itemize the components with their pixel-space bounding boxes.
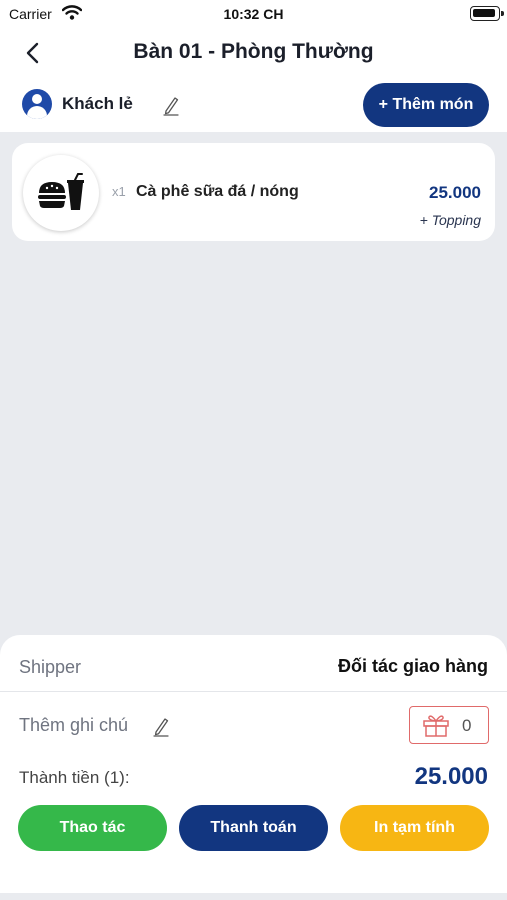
edit-customer-icon[interactable]	[161, 94, 181, 116]
item-thumbnail	[23, 155, 99, 231]
battery-icon	[470, 6, 504, 21]
carrier-label: Carrier	[9, 6, 52, 22]
order-summary-panel: Shipper Đối tác giao hàng Thêm ghi chú 0…	[0, 635, 507, 893]
shipper-label: Shipper	[19, 657, 82, 677]
action-bar: Thao tác Thanh toán In tạm tính	[0, 805, 507, 851]
order-item[interactable]: x1 Cà phê sữa đá / nóng 25.000 + Topping	[12, 143, 495, 241]
back-button[interactable]	[18, 38, 46, 68]
operations-button[interactable]: Thao tác	[18, 805, 167, 851]
header: Bàn 01 - Phòng Thường Khách lẻ + Thêm mó…	[0, 28, 507, 132]
total-value: 25.000	[414, 763, 488, 790]
customer-selector[interactable]: Khách lẻ	[22, 89, 133, 119]
topping-link[interactable]: + Topping	[420, 212, 481, 228]
wifi-icon	[61, 4, 83, 25]
print-bill-button[interactable]: In tạm tính	[340, 805, 489, 851]
home-indicator-area	[0, 893, 507, 900]
item-price: 25.000	[429, 183, 481, 202]
item-name: Cà phê sữa đá / nóng	[136, 183, 299, 200]
edit-note-icon[interactable]	[151, 715, 171, 737]
gift-icon	[423, 715, 449, 737]
page-title: Bàn 01 - Phòng Thường	[133, 40, 374, 63]
gift-button[interactable]: 0	[409, 706, 489, 744]
status-bar: Carrier 10:32 CH	[0, 0, 507, 28]
gift-count: 0	[462, 716, 472, 735]
total-label: Thành tiền (1):	[19, 768, 130, 787]
payment-button[interactable]: Thanh toán	[179, 805, 328, 851]
divider	[0, 691, 507, 692]
add-note-button[interactable]: Thêm ghi chú	[19, 715, 128, 736]
item-quantity: x1	[112, 184, 126, 199]
chevron-left-icon	[26, 42, 39, 64]
user-avatar-icon	[22, 89, 52, 119]
burger-drink-icon	[38, 173, 84, 210]
shipper-selector[interactable]: Đối tác giao hàng	[338, 656, 488, 677]
add-item-button[interactable]: + Thêm món	[363, 83, 489, 127]
customer-name: Khách lẻ	[62, 94, 133, 113]
